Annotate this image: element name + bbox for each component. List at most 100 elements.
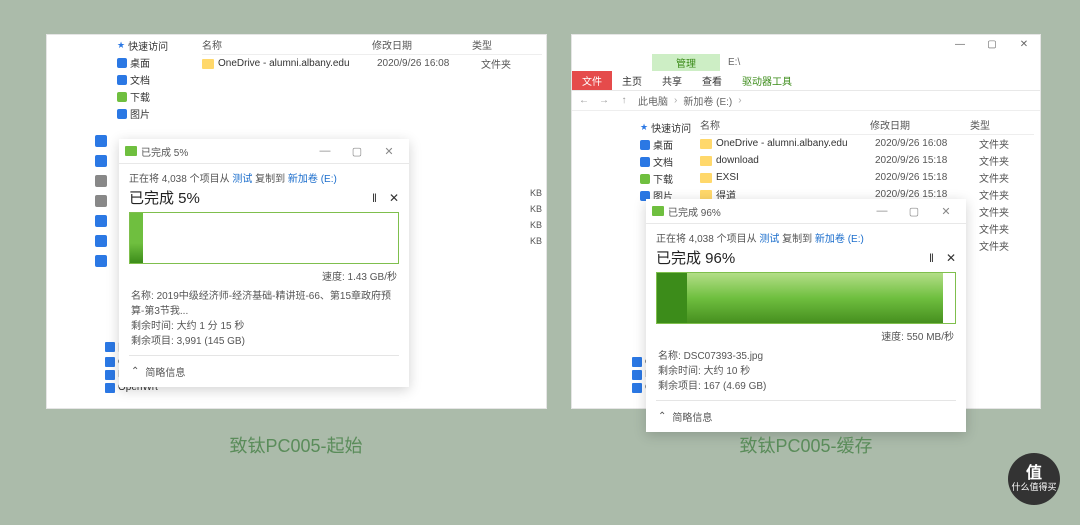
file-type: 文件夹 <box>481 56 521 71</box>
progress-text: 已完成 96% ‖ ✕ <box>646 245 966 268</box>
badge-text: 什么值得买 <box>1011 483 1056 493</box>
address-bar: ← → ↑ 此电脑 › 新加卷 (E:) › <box>572 91 1040 111</box>
back-button[interactable]: ← <box>576 95 592 106</box>
remaining-items: 167 (4.69 GB) <box>704 381 767 392</box>
col-date[interactable]: 修改日期 <box>372 37 472 52</box>
col-type[interactable]: 类型 <box>472 37 512 52</box>
tab-file[interactable]: 文件 <box>572 71 612 90</box>
pc-icon <box>105 357 115 367</box>
caption-right: 致钛PC005-缓存 <box>571 432 1041 458</box>
documents-icon <box>640 157 650 167</box>
tab-view[interactable]: 查看 <box>692 71 732 90</box>
current-file: 2019中级经济师-经济基础-精讲班-66、第15章政府预算-第3节我... <box>131 291 391 317</box>
cancel-button[interactable]: ✕ <box>946 251 956 265</box>
file-name: OneDrive - alumni.albany.edu <box>218 58 373 69</box>
folder-icon <box>202 59 214 69</box>
file-list-left: 名称 修改日期 类型 OneDrive - alumni.albany.edu … <box>202 35 542 72</box>
source-link[interactable]: 测试 <box>232 174 252 185</box>
desktop-icon <box>640 140 650 150</box>
maximize-button[interactable]: ▢ <box>900 203 928 219</box>
close-button[interactable]: ✕ <box>932 203 960 219</box>
nav-item[interactable]: 文档 <box>111 71 199 88</box>
copy-icon <box>652 206 664 216</box>
progress-text: 已完成 5% ‖ ✕ <box>119 185 409 208</box>
window-title: 已完成 5% <box>141 144 307 159</box>
dest-link[interactable]: 新加卷 (E:) <box>815 234 864 245</box>
forward-button[interactable]: → <box>596 95 612 106</box>
pc-icon <box>632 383 642 393</box>
drive-icon <box>95 235 107 247</box>
copy-progress-dialog: 已完成 5% — ▢ ✕ 正在将 4,038 个项目从 测试 复制到 新加卷 (… <box>119 139 409 387</box>
pause-button[interactable]: ‖ <box>372 191 377 205</box>
window-title: 已完成 96% <box>668 204 864 219</box>
copy-description: 正在将 4,038 个项目从 测试 复制到 新加卷 (E:) <box>119 164 409 185</box>
col-type[interactable]: 类型 <box>970 117 1010 132</box>
remaining-time: 大约 10 秒 <box>704 366 751 377</box>
copy-progress-dialog: 已完成 96% — ▢ ✕ 正在将 4,038 个项目从 测试 复制到 新加卷 … <box>646 199 966 432</box>
close-button[interactable]: ✕ <box>1008 35 1040 53</box>
minimize-button[interactable]: — <box>868 203 896 219</box>
close-button[interactable]: ✕ <box>375 143 403 159</box>
copy-details: 名称: 2019中级经济师-经济基础-精讲班-66、第15章政府预算-第3节我.… <box>119 287 409 351</box>
ribbon-contextual: 管理 E:\ <box>572 53 1040 71</box>
badge-char: 值 <box>1026 465 1042 483</box>
copy-description: 正在将 4,038 个项目从 测试 复制到 新加卷 (E:) <box>646 224 966 245</box>
pictures-icon <box>117 109 127 119</box>
col-date[interactable]: 修改日期 <box>870 117 970 132</box>
caption-left: 致钛PC005-起始 <box>46 432 546 458</box>
col-name[interactable]: 名称 <box>700 117 870 132</box>
cancel-button[interactable]: ✕ <box>389 191 399 205</box>
file-row[interactable]: EXSI2020/9/26 15:18文件夹 <box>700 169 1034 186</box>
dest-link[interactable]: 新加卷 (E:) <box>288 174 337 185</box>
maximize-button[interactable]: ▢ <box>976 35 1008 53</box>
smzdm-badge: 值 什么值得买 <box>1008 453 1060 505</box>
tab-drive-tools[interactable]: 驱动器工具 <box>732 71 802 90</box>
remaining-time: 大约 1 分 15 秒 <box>177 321 245 332</box>
star-icon: ★ <box>117 40 125 51</box>
tab-home[interactable]: 主页 <box>612 71 652 90</box>
quick-access[interactable]: ★快速访问 <box>111 37 199 54</box>
separator <box>656 400 956 401</box>
pc-icon <box>632 357 642 367</box>
drive-label: E:\ <box>728 57 740 68</box>
star-icon: ★ <box>640 122 648 133</box>
nav-item[interactable]: 图片 <box>111 105 199 122</box>
titlebar: 已完成 5% — ▢ ✕ <box>119 139 409 164</box>
ribbon-tabs: 文件 主页 共享 查看 驱动器工具 <box>572 71 1040 91</box>
brief-info-toggle[interactable]: ⌃ 简略信息 <box>646 405 966 432</box>
col-name[interactable]: 名称 <box>202 37 372 52</box>
titlebar: 已完成 96% — ▢ ✕ <box>646 199 966 224</box>
column-headers: 名称 修改日期 类型 <box>202 35 542 55</box>
network-icon <box>105 342 115 352</box>
tab-share[interactable]: 共享 <box>652 71 692 90</box>
minimize-button[interactable]: — <box>944 35 976 53</box>
right-panel: — ▢ ✕ 管理 E:\ 文件 主页 共享 查看 驱动器工具 ← → ↑ 此电脑… <box>571 34 1041 409</box>
ribbon: — ▢ ✕ 管理 E:\ 文件 主页 共享 查看 驱动器工具 ← → ↑ 此电脑… <box>572 35 1040 111</box>
pc-icon <box>105 370 115 380</box>
nav-item[interactable]: 桌面 <box>111 54 199 71</box>
drive-icon <box>95 135 107 147</box>
breadcrumb-volume[interactable]: 新加卷 (E:) <box>681 93 734 108</box>
breadcrumb-this-pc[interactable]: 此电脑 <box>636 93 670 108</box>
maximize-button[interactable]: ▢ <box>343 143 371 159</box>
up-button[interactable]: ↑ <box>616 95 632 106</box>
nav-item[interactable]: 下载 <box>111 88 199 105</box>
file-row[interactable]: OneDrive - alumni.albany.edu2020/9/26 16… <box>700 135 1034 152</box>
brief-info-toggle[interactable]: ⌃ 简略信息 <box>119 360 409 387</box>
drive-icon <box>95 255 107 267</box>
drive-icon <box>95 215 107 227</box>
source-link[interactable]: 测试 <box>759 234 779 245</box>
file-row[interactable]: download2020/9/26 15:18文件夹 <box>700 152 1034 169</box>
drive-icon <box>95 175 107 187</box>
speed-chart <box>129 212 399 264</box>
window-controls: — ▢ ✕ <box>572 35 1040 53</box>
speed-label: 速度: 550 MB/秒 <box>646 326 966 347</box>
pause-button[interactable]: ‖ <box>929 251 934 265</box>
separator <box>129 355 399 356</box>
file-row[interactable]: OneDrive - alumni.albany.edu 2020/9/26 1… <box>202 55 542 72</box>
download-icon <box>117 92 127 102</box>
file-date: 2020/9/26 16:08 <box>377 58 477 69</box>
chart-fill <box>657 273 943 323</box>
minimize-button[interactable]: — <box>311 143 339 159</box>
chart-fill <box>130 213 143 263</box>
